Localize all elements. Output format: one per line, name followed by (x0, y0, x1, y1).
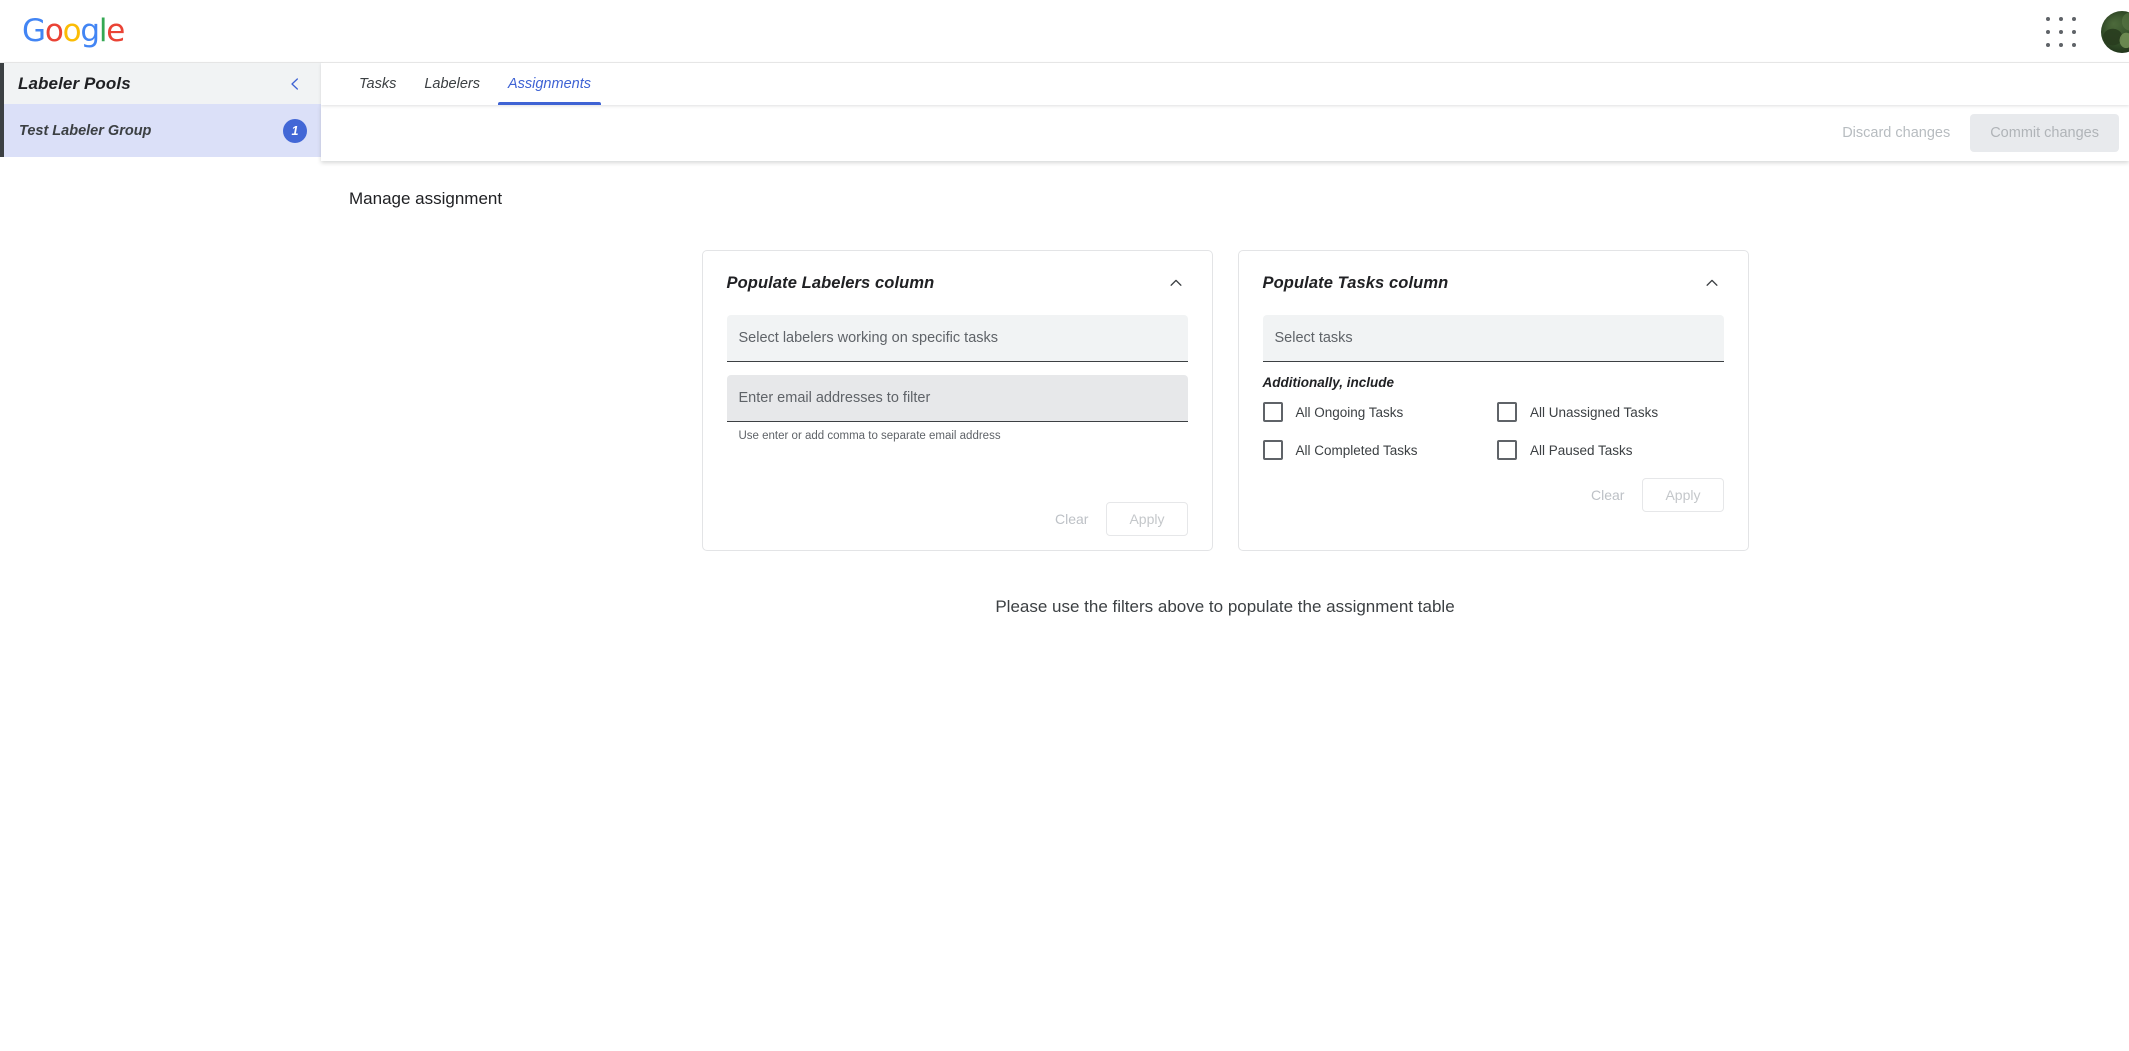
labelers-card-actions: Clear Apply (727, 502, 1188, 536)
chevron-up-icon[interactable] (1164, 271, 1188, 295)
card-header: Populate Tasks column (1263, 271, 1724, 295)
sidebar: Labeler Pools Test Labeler Group 1 (0, 63, 321, 1051)
email-filter-placeholder: Enter email addresses to filter (739, 390, 931, 406)
tab-labelers[interactable]: Labelers (410, 63, 494, 105)
apps-grid-icon[interactable] (2035, 6, 2087, 58)
avatar[interactable] (2101, 11, 2129, 53)
labelers-apply-button[interactable]: Apply (1106, 502, 1187, 536)
changes-toolbar: Discard changes Commit changes (321, 105, 2129, 161)
checkbox-label: All Ongoing Tasks (1296, 405, 1404, 420)
tasks-card-actions: Clear Apply (1263, 478, 1724, 512)
checkbox-label: All Unassigned Tasks (1530, 405, 1658, 420)
checkbox-label: All Paused Tasks (1530, 443, 1633, 458)
tasks-select-placeholder: Select tasks (1275, 330, 1353, 346)
tasks-clear-button[interactable]: Clear (1575, 478, 1640, 512)
google-logo[interactable]: Google (22, 16, 124, 47)
discard-changes-button[interactable]: Discard changes (1828, 116, 1964, 150)
page-body: Manage assignment Populate Labelers colu… (321, 161, 2129, 1051)
content-area: Tasks Labelers Assignments Discard chang… (321, 63, 2129, 1051)
checkbox-label: All Completed Tasks (1296, 443, 1418, 458)
sidebar-header: Labeler Pools (4, 63, 321, 104)
sidebar-item-label: Test Labeler Group (19, 123, 151, 139)
chevron-left-icon[interactable] (283, 72, 307, 96)
tab-assignments[interactable]: Assignments (494, 63, 605, 105)
checkbox-box-icon[interactable] (1263, 440, 1283, 460)
populate-labelers-card: Populate Labelers column Select labelers… (702, 250, 1213, 551)
sidebar-item-test-labeler-group[interactable]: Test Labeler Group 1 (4, 104, 321, 157)
spacer (727, 362, 1188, 375)
card-header: Populate Labelers column (727, 271, 1188, 295)
populate-tasks-card: Populate Tasks column Select tasks Addit… (1238, 250, 1749, 551)
checkbox-all-ongoing-tasks[interactable]: All Ongoing Tasks (1263, 402, 1490, 422)
email-filter-input[interactable]: Enter email addresses to filter (727, 375, 1188, 422)
labelers-task-select-placeholder: Select labelers working on specific task… (739, 330, 999, 346)
top-app-bar: Google (0, 0, 2129, 63)
app-bar-actions (2035, 0, 2129, 63)
manage-assignment-title: Manage assignment (349, 189, 2129, 209)
filter-cards-row: Populate Labelers column Select labelers… (321, 250, 2129, 551)
checkbox-all-unassigned-tasks[interactable]: All Unassigned Tasks (1497, 402, 1724, 422)
status-badge: 1 (283, 119, 307, 143)
card-title: Populate Labelers column (727, 274, 935, 293)
checkbox-box-icon[interactable] (1497, 402, 1517, 422)
tasks-apply-button[interactable]: Apply (1642, 478, 1723, 512)
checkbox-box-icon[interactable] (1497, 440, 1517, 460)
checkbox-box-icon[interactable] (1263, 402, 1283, 422)
card-title: Populate Tasks column (1263, 274, 1449, 293)
spacer (727, 442, 1188, 490)
labelers-clear-button[interactable]: Clear (1039, 502, 1104, 536)
tasks-select-input[interactable]: Select tasks (1263, 315, 1724, 362)
chevron-up-icon[interactable] (1700, 271, 1724, 295)
labelers-task-select-input[interactable]: Select labelers working on specific task… (727, 315, 1188, 362)
task-status-checkbox-group: All Ongoing Tasks All Unassigned Tasks A… (1263, 402, 1724, 460)
checkbox-all-completed-tasks[interactable]: All Completed Tasks (1263, 440, 1490, 460)
commit-changes-button[interactable]: Commit changes (1970, 114, 2119, 152)
additionally-include-label: Additionally, include (1263, 375, 1724, 390)
tab-tasks[interactable]: Tasks (345, 63, 410, 105)
email-filter-hint: Use enter or add comma to separate email… (739, 430, 1188, 442)
empty-state-message: Please use the filters above to populate… (321, 597, 2129, 617)
page-title: Labeler Pools (18, 74, 131, 94)
checkbox-all-paused-tasks[interactable]: All Paused Tasks (1497, 440, 1724, 460)
tab-bar: Tasks Labelers Assignments (321, 63, 2129, 105)
